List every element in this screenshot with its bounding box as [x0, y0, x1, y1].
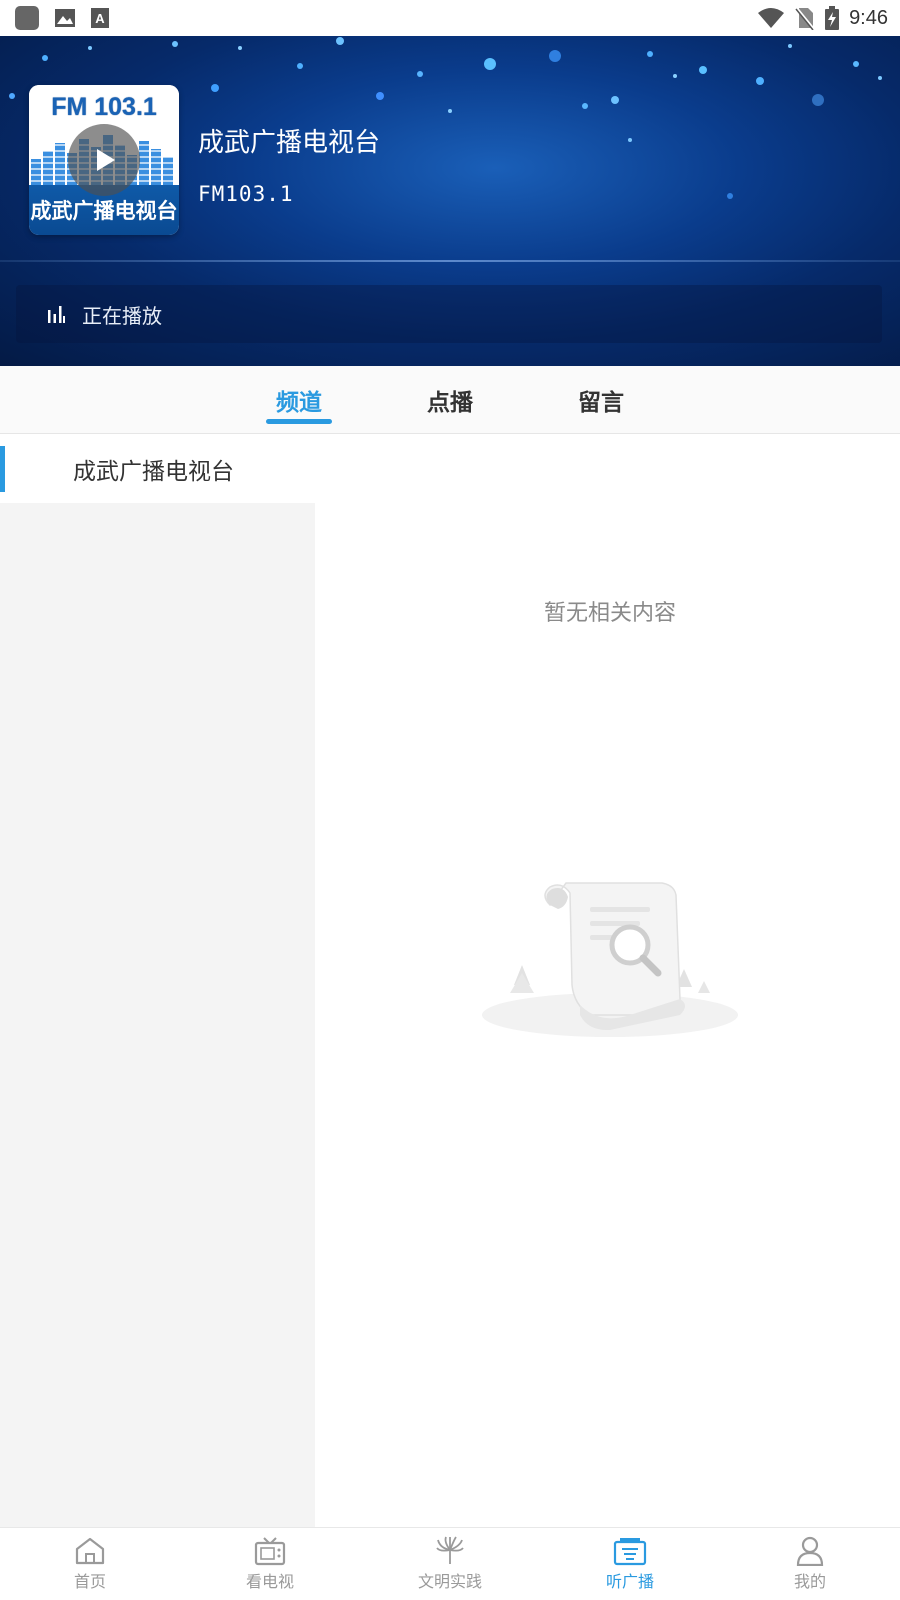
- no-sim-icon: [795, 6, 815, 30]
- nav-watch-tv-label: 看电视: [245, 1572, 294, 1591]
- cover-fm-text: FM 103.1: [51, 93, 157, 121]
- empty-state-text: 暂无相关内容: [543, 601, 676, 626]
- nav-listen-radio-label: 听广播: [605, 1572, 654, 1591]
- play-button[interactable]: [68, 124, 140, 196]
- now-playing-bar: 正在播放: [16, 285, 882, 343]
- empty-state: [470, 865, 750, 1049]
- now-playing-label: 正在播放: [82, 303, 162, 328]
- civilization-icon: [436, 1536, 464, 1564]
- battery-icon: [825, 6, 840, 30]
- app-screen: A 9:46 FM 103.1 成武广播电视台 成武广播电视台 FM103.1 …: [0, 0, 900, 1600]
- user-icon: [796, 1536, 824, 1566]
- station-frequency: FM103.1: [198, 182, 294, 206]
- station-cover[interactable]: FM 103.1 成武广播电视台: [29, 85, 179, 235]
- home-icon: [75, 1537, 105, 1565]
- channel-list-item[interactable]: 成武广播电视台: [0, 435, 315, 503]
- nav-listen-radio[interactable]: 听广播: [550, 1528, 710, 1600]
- header-divider: [0, 260, 900, 262]
- audio-bars-icon: [48, 306, 65, 323]
- tab-on-demand[interactable]: 点播: [417, 366, 483, 434]
- content-area: 成武广播电视台 暂无相关内容: [0, 435, 900, 1527]
- status-bar: A 9:46: [0, 0, 900, 36]
- station-title: 成武广播电视台: [198, 128, 381, 158]
- bottom-nav: 首页 看电视 文明实践 听广播 我的: [0, 1527, 900, 1600]
- tab-messages[interactable]: 留言: [568, 366, 634, 434]
- tv-icon: [254, 1537, 286, 1566]
- cover-station-name: 成武广播电视台: [30, 199, 178, 223]
- player-header: FM 103.1 成武广播电视台 成武广播电视台 FM103.1 正在播放: [0, 36, 900, 366]
- status-time: 9:46: [849, 6, 888, 29]
- nav-home-label: 首页: [73, 1572, 106, 1591]
- image-icon: [54, 7, 76, 29]
- svg-text:A: A: [95, 11, 105, 26]
- nav-mine[interactable]: 我的: [730, 1528, 890, 1600]
- radio-icon: [613, 1538, 647, 1566]
- nav-watch-tv[interactable]: 看电视: [190, 1528, 350, 1600]
- nav-home[interactable]: 首页: [10, 1528, 170, 1600]
- channel-list-panel: [0, 503, 315, 1527]
- tab-bar: 频道 点播 留言: [0, 366, 900, 434]
- selected-indicator: [0, 446, 5, 492]
- nav-mine-label: 我的: [793, 1572, 826, 1591]
- empty-search-illustration: [482, 882, 738, 1037]
- nav-civilization[interactable]: 文明实践: [370, 1528, 530, 1600]
- tab-channels[interactable]: 频道: [266, 366, 332, 434]
- font-icon: A: [90, 7, 110, 29]
- app-icon: [14, 5, 40, 31]
- play-icon: [97, 149, 115, 171]
- wifi-icon: [757, 7, 785, 29]
- channel-label: 成武广播电视台: [73, 459, 234, 485]
- nav-civilization-label: 文明实践: [417, 1572, 482, 1591]
